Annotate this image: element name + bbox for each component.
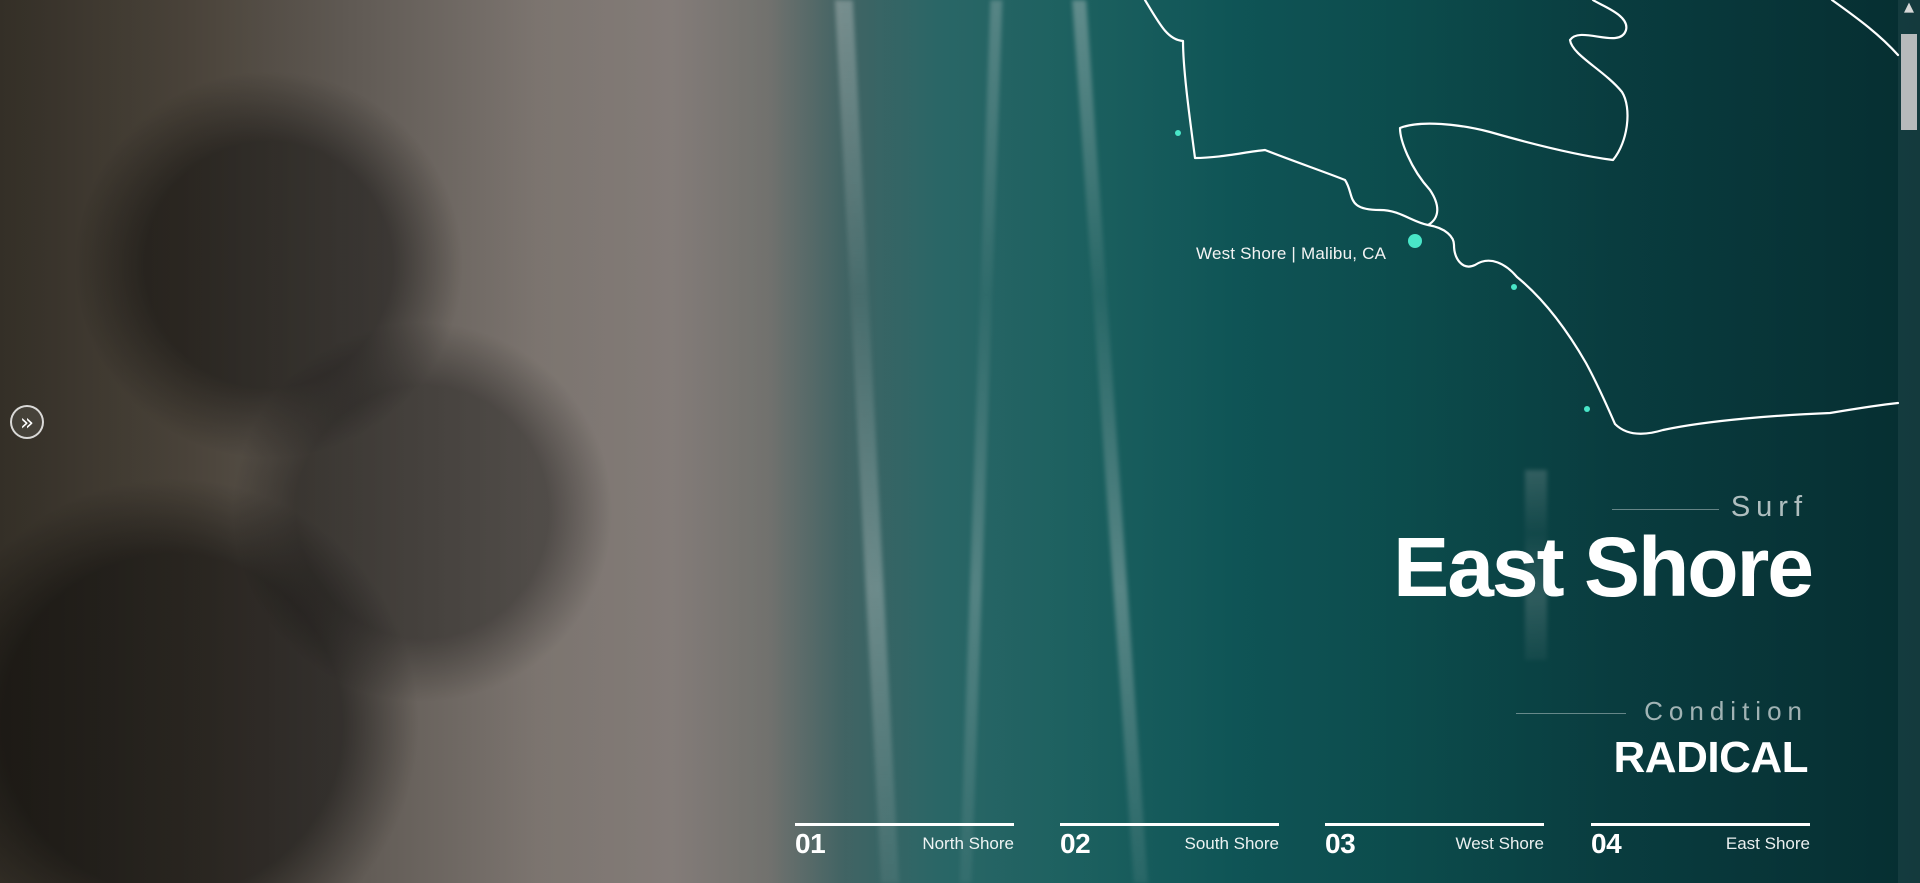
tab-south-shore[interactable]: 02 South Shore (1060, 823, 1279, 863)
tab-number: 02 (1060, 828, 1091, 859)
shore-tabs: 01 North Shore 02 South Shore 03 West Sh… (795, 823, 1810, 863)
tab-north-shore[interactable]: 01 North Shore (795, 823, 1014, 863)
condition-divider-line (1516, 713, 1627, 714)
scrollbar-thumb[interactable] (1901, 34, 1917, 130)
map-location-label: West Shore | Malibu, CA (1196, 244, 1387, 263)
double-chevron-right-icon[interactable]: » (10, 405, 44, 439)
tab-number: 03 (1325, 828, 1356, 859)
tab-number: 04 (1591, 828, 1622, 859)
surf-page: West Shore | Malibu, CA » Surf East Shor… (0, 0, 1920, 883)
tab-label: West Shore (1455, 834, 1544, 853)
scroll-up-icon[interactable]: ▲ (1898, 0, 1920, 18)
vertical-scrollbar[interactable]: ▲ (1898, 0, 1920, 883)
tab-label: North Shore (922, 834, 1014, 853)
surf-title-block: Surf East Shore Condition RADICAL (1348, 491, 1814, 791)
condition-label: Condition (1644, 696, 1808, 726)
tab-label: East Shore (1725, 834, 1810, 853)
tab-west-shore[interactable]: 03 West Shore (1325, 823, 1544, 863)
condition-heading-row: Condition (1516, 696, 1808, 727)
tab-number: 01 (795, 828, 826, 859)
tab-east-shore[interactable]: 04 East Shore (1591, 823, 1810, 863)
surf-label: Surf (1730, 491, 1808, 523)
tab-label: South Shore (1184, 834, 1279, 853)
surf-divider-line (1611, 509, 1719, 510)
condition-value: RADICAL (1613, 733, 1809, 782)
shore-title: East Shore (1393, 520, 1814, 614)
